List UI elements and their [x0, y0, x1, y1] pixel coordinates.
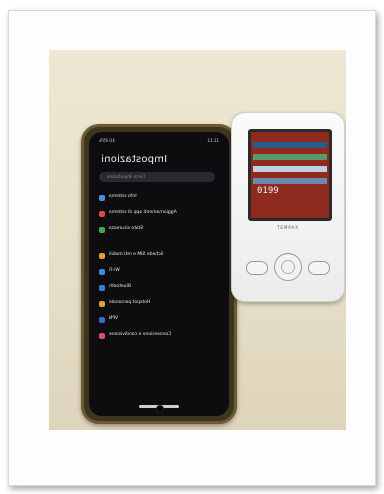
- settings-search-input[interactable]: Cerca impostazioni: [99, 172, 215, 182]
- display-band: [253, 178, 327, 184]
- settings-row-label: Hotspot personale: [109, 300, 151, 305]
- settings-row-label: Info sistema: [109, 194, 137, 199]
- settings-title: Impostazioni: [101, 154, 168, 165]
- settings-row-label: Stato sicurezza: [109, 226, 144, 231]
- meter-center-button[interactable]: [274, 253, 302, 281]
- front-camera: [156, 405, 164, 413]
- settings-row[interactable]: Info sistema: [97, 190, 221, 206]
- settings-row-label: VPN: [109, 316, 119, 321]
- settings-row[interactable]: Hotspot personale: [97, 296, 221, 312]
- settings-row[interactable]: VPN: [97, 312, 221, 328]
- settings-list: Info sistema Aggiornamenti app di sistema…: [97, 190, 221, 344]
- mirrored-view: 11:12 4G 85% Impostazioni Cerca impostaz…: [89, 132, 229, 416]
- status-right: 4G 85%: [99, 138, 115, 143]
- settings-row-label: Connessione e condivisione: [109, 332, 172, 337]
- settings-row-icon: [99, 227, 105, 233]
- settings-row-icon: [99, 285, 105, 291]
- settings-row-icon: [99, 211, 105, 217]
- meter-brand: TEMPAX: [276, 225, 300, 230]
- handheld-meter-device: 0199 TEMPAX: [231, 112, 345, 302]
- settings-row[interactable]: Bluetooth: [97, 280, 221, 296]
- meter-reading: 0199: [257, 186, 279, 196]
- settings-row[interactable]: Wi-Fi: [97, 264, 221, 280]
- status-bar: 11:12 4G 85%: [99, 138, 219, 143]
- photo: 11:12 4G 85% Impostazioni Cerca impostaz…: [49, 50, 346, 430]
- settings-row-label: Bluetooth: [109, 284, 131, 289]
- settings-row-label: Wi-Fi: [109, 268, 120, 273]
- smartphone: 11:12 4G 85% Impostazioni Cerca impostaz…: [81, 124, 237, 424]
- display-band: [253, 142, 327, 148]
- meter-display: 0199: [248, 129, 332, 221]
- settings-row[interactable]: Connessione e condivisione: [97, 328, 221, 344]
- settings-row[interactable]: Stato sicurezza: [97, 222, 221, 238]
- settings-row-label: Schede SIM e reti mobili: [109, 252, 164, 257]
- settings-row-label: Aggiornamenti app di sistema: [109, 210, 177, 215]
- settings-row-icon: [99, 317, 105, 323]
- settings-row-icon: [99, 333, 105, 339]
- settings-row[interactable]: Schede SIM e reti mobili: [97, 248, 221, 264]
- display-band: [253, 166, 327, 172]
- display-band: [253, 154, 327, 160]
- settings-row-icon: [99, 301, 105, 307]
- meter-right-button[interactable]: [308, 261, 330, 275]
- settings-row[interactable]: Aggiornamenti app di sistema: [97, 206, 221, 222]
- settings-row-icon: [99, 253, 105, 259]
- settings-row-icon: [99, 269, 105, 275]
- meter-left-button[interactable]: [246, 261, 268, 275]
- phone-screen: 11:12 4G 85% Impostazioni Cerca impostaz…: [89, 132, 229, 416]
- status-time: 11:12: [207, 138, 219, 143]
- settings-row-icon: [99, 195, 105, 201]
